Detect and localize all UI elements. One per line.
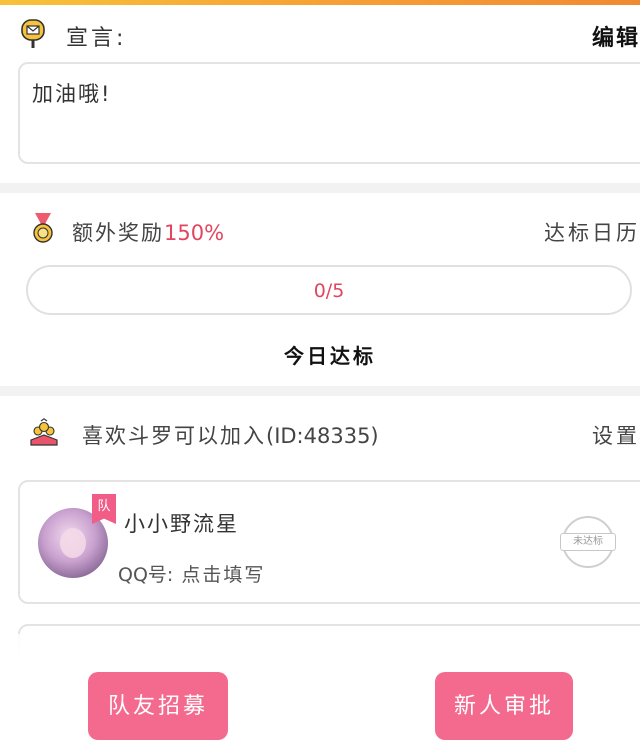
bonus-label-text: 额外奖励 [72,221,164,245]
declaration-label: 宣言: [66,26,127,51]
medal-icon [33,213,53,243]
qq-line[interactable]: QQ号: 点击填写 [118,560,265,587]
team-id: (ID:48335) [266,424,379,448]
mailbox-icon [21,19,45,48]
member-name: 小小野流星 [124,512,239,536]
status-badge: 未达标 [560,533,616,551]
bonus-label: 额外奖励150% [72,217,224,247]
declaration-box[interactable]: 加油哦! [18,62,640,164]
status-stamp: 未达标 [560,516,618,568]
captain-badge: 队 [92,494,116,524]
bonus-value: 150% [164,221,225,245]
team-name-text: 喜欢斗罗可以加入 [82,424,266,448]
today-status-label: 今日达标 [284,344,376,368]
team-name: 喜欢斗罗可以加入(ID:48335) [82,420,379,450]
progress-text: 0/5 [313,280,345,302]
settings-link[interactable]: 设置 [592,420,640,450]
calendar-link[interactable]: 达标日历 [544,217,640,247]
member-card[interactable]: 队 小小野流星 QQ号: 点击填写 未达标 [18,480,640,604]
avatar-face [60,528,86,558]
qq-label: QQ号: [118,564,174,586]
recruit-button[interactable]: 队友招募 [88,672,228,740]
edit-button[interactable]: 编辑 [592,20,640,52]
team-icon [30,418,58,446]
qq-value: 点击填写 [181,564,266,586]
section-divider [0,386,640,396]
section-divider [0,183,640,193]
declaration-text: 加油哦! [32,82,112,106]
progress-bar: 0/5 [26,265,632,315]
top-accent-bar [0,0,640,5]
approve-button[interactable]: 新人审批 [435,672,573,740]
